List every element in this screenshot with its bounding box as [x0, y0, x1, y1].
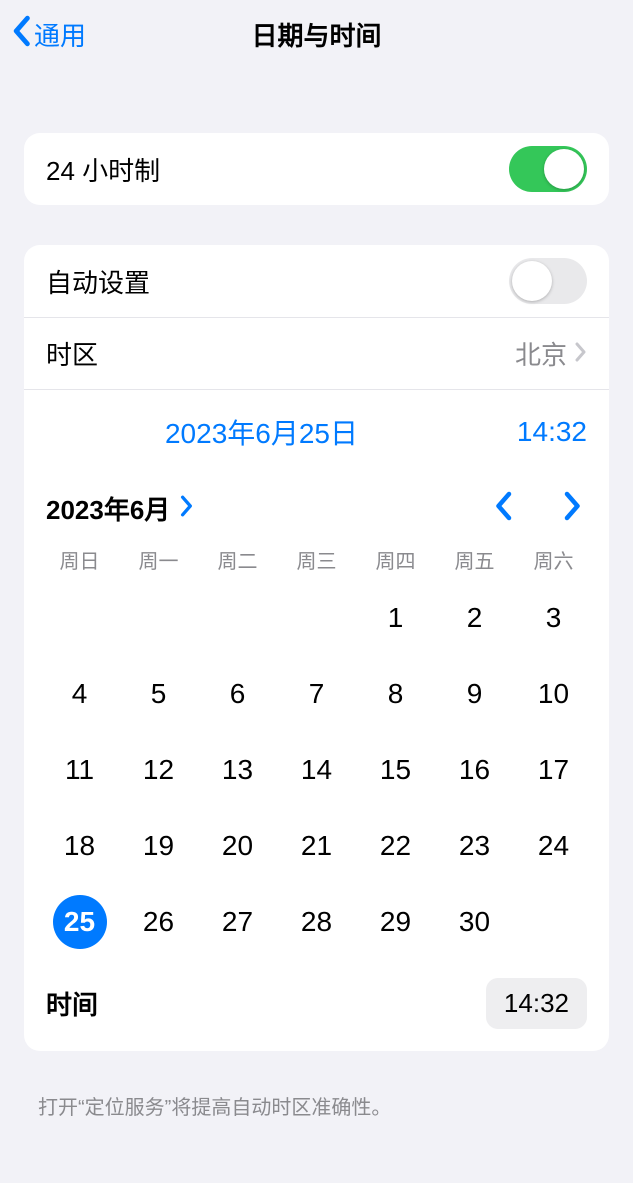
calendar-day[interactable]: 2 — [435, 584, 514, 652]
back-button[interactable]: 通用 — [10, 0, 86, 68]
chevron-right-icon — [180, 493, 194, 524]
row-timezone[interactable]: 时区 北京 — [24, 317, 609, 389]
calendar-day[interactable]: 16 — [435, 736, 514, 804]
calendar-day[interactable]: 9 — [435, 660, 514, 728]
toggle-auto-set[interactable] — [509, 258, 587, 304]
calendar-weekday: 周一 — [119, 545, 198, 574]
calendar-day[interactable]: 18 — [40, 812, 119, 880]
calendar-day[interactable]: 20 — [198, 812, 277, 880]
summary-time[interactable]: 14:32 — [477, 416, 587, 448]
calendar-day[interactable]: 10 — [514, 660, 593, 728]
value-timezone: 北京 — [515, 335, 587, 372]
calendar-weekday: 周三 — [277, 545, 356, 574]
calendar-day[interactable]: 8 — [356, 660, 435, 728]
row-auto-set: 自动设置 — [24, 245, 609, 317]
back-label: 通用 — [34, 16, 86, 53]
calendar-cell-empty — [198, 584, 277, 652]
calendar-day[interactable]: 24 — [514, 812, 593, 880]
calendar-prev-month[interactable] — [493, 491, 513, 526]
label-24hour: 24 小时制 — [46, 151, 160, 188]
calendar-cell-empty — [119, 584, 198, 652]
timezone-text: 北京 — [515, 335, 567, 372]
calendar-weekday: 周六 — [514, 545, 593, 574]
label-auto-set: 自动设置 — [46, 263, 150, 300]
calendar-weekday: 周五 — [435, 545, 514, 574]
calendar-day[interactable]: 15 — [356, 736, 435, 804]
calendar-day[interactable]: 30 — [435, 888, 514, 956]
calendar-grid: 1234567891011121314151617181920212223242… — [24, 580, 609, 970]
calendar-day[interactable]: 27 — [198, 888, 277, 956]
calendar-day[interactable]: 4 — [40, 660, 119, 728]
calendar-weekdays: 周日周一周二周三周四周五周六 — [24, 545, 609, 580]
label-timezone: 时区 — [46, 335, 98, 372]
calendar-day[interactable]: 13 — [198, 736, 277, 804]
calendar-month-picker[interactable]: 2023年6月 — [46, 490, 194, 527]
toggle-24hour[interactable] — [509, 146, 587, 192]
calendar-day[interactable]: 28 — [277, 888, 356, 956]
calendar-day[interactable]: 11 — [40, 736, 119, 804]
calendar-day[interactable]: 3 — [514, 584, 593, 652]
calendar-day[interactable]: 29 — [356, 888, 435, 956]
time-picker[interactable]: 14:32 — [486, 978, 587, 1029]
calendar-day[interactable]: 22 — [356, 812, 435, 880]
calendar-day[interactable]: 25 — [40, 888, 119, 956]
calendar-day[interactable]: 6 — [198, 660, 277, 728]
calendar-next-month[interactable] — [563, 491, 583, 526]
calendar-weekday: 周日 — [40, 545, 119, 574]
group-24hour: 24 小时制 — [24, 133, 609, 205]
calendar-day[interactable]: 21 — [277, 812, 356, 880]
calendar-day[interactable]: 26 — [119, 888, 198, 956]
row-time: 时间 14:32 — [24, 970, 609, 1051]
calendar-day[interactable]: 1 — [356, 584, 435, 652]
label-time: 时间 — [46, 985, 98, 1022]
calendar-header: 2023年6月 — [24, 482, 609, 545]
row-summary: 2023年6月25日 14:32 — [24, 389, 609, 482]
calendar-nav — [493, 491, 583, 526]
row-24hour: 24 小时制 — [24, 133, 609, 205]
page-title: 日期与时间 — [251, 16, 381, 53]
calendar-month-title: 2023年6月 — [46, 490, 170, 527]
calendar-weekday: 周四 — [356, 545, 435, 574]
group-datetime: 自动设置 时区 北京 2023年6月25日 14:32 2023年6月 — [24, 245, 609, 1051]
calendar-cell-empty — [40, 584, 119, 652]
chevron-left-icon — [10, 15, 32, 54]
chevron-right-icon — [575, 338, 587, 369]
calendar-cell-empty — [277, 584, 356, 652]
calendar-day[interactable]: 19 — [119, 812, 198, 880]
calendar-weekday: 周二 — [198, 545, 277, 574]
calendar-day[interactable]: 5 — [119, 660, 198, 728]
calendar-day[interactable]: 14 — [277, 736, 356, 804]
calendar-day[interactable]: 23 — [435, 812, 514, 880]
calendar-day[interactable]: 7 — [277, 660, 356, 728]
footer-note: 打开“定位服务”将提高自动时区准确性。 — [38, 1091, 595, 1120]
calendar-day[interactable]: 12 — [119, 736, 198, 804]
header: 通用 日期与时间 — [0, 0, 633, 68]
calendar-day[interactable]: 17 — [514, 736, 593, 804]
summary-date[interactable]: 2023年6月25日 — [46, 412, 477, 452]
